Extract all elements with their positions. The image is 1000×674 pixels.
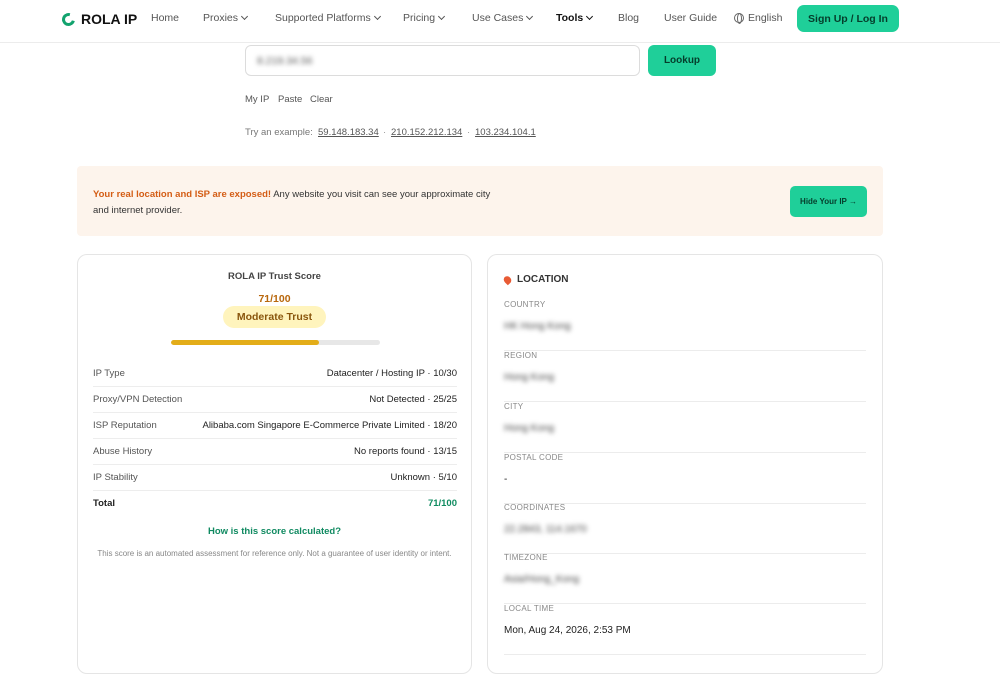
top-navigation: ROLA IP Home Proxies Supported Platforms… [0,0,1000,43]
nav-proxies[interactable]: Proxies [203,12,249,24]
nav-supported-platforms[interactable]: Supported Platforms [275,12,381,24]
score-row-value: No reports found · 13/15 [354,446,457,457]
field-value: Mon, Aug 24, 2026, 2:53 PM [504,625,631,636]
location-region-field: REGION Hong Kong [504,351,866,402]
location-city-field: CITY Hong Kong [504,402,866,453]
score-row: IP Type Datacenter / Hosting IP · 10/30 [93,361,457,387]
score-row-value: Unknown · 5/10 [390,472,457,483]
hide-ip-button[interactable]: Hide Your IP → [790,186,867,217]
trust-score-value: 71/100 [258,293,291,305]
trust-score-card: ROLA IP Trust Score 71/100 Moderate Trus… [77,254,472,674]
chevron-down-icon [373,12,381,21]
trust-score-progress-fill [171,340,320,345]
example-label: Try an example: [245,127,313,138]
chevron-down-icon [526,12,534,21]
globe-icon [734,13,744,24]
nav-pricing[interactable]: Pricing [403,12,446,24]
score-total-label: Total [93,498,115,509]
nav-tools-label: Tools [556,12,584,24]
field-label: CITY [504,402,524,411]
field-value: Hong Kong [504,423,555,434]
score-row-value: Datacenter / Hosting IP · 10/30 [326,368,457,379]
field-value: - [504,474,508,485]
brand-logo[interactable]: ROLA IP [59,10,138,28]
score-calculation-link[interactable]: How is this score calculated? [78,526,471,537]
language-label: English [748,12,783,24]
score-row-label: IP Stability [93,472,138,483]
lookup-button[interactable]: Lookup [648,45,716,76]
location-local-time-field: LOCAL TIME Mon, Aug 24, 2026, 2:53 PM [504,604,866,655]
score-row-value: Not Detected · 25/25 [369,394,457,405]
map-pin-icon [502,274,513,285]
alert-strong-text: Your real location and ISP are exposed! [93,189,272,200]
field-value: Hong Kong [504,372,555,383]
chevron-down-icon [438,12,446,21]
nav-platforms-label: Supported Platforms [275,12,371,24]
nav-home-label: Home [151,12,180,24]
nav-use-cases-label: Use Cases [472,12,524,24]
clear-button[interactable]: Clear [310,94,333,105]
paste-button[interactable]: Paste [278,94,302,105]
field-label: REGION [504,351,538,360]
location-country-field: COUNTRY HK Hong Kong [504,300,866,351]
score-row: Abuse History No reports found · 13/15 [93,439,457,465]
separator-dot: · [467,127,471,138]
my-ip-button[interactable]: My IP [245,94,269,105]
nav-tools[interactable]: Tools [556,12,594,24]
score-row-value: Alibaba.com Singapore E-Commerce Private… [202,420,457,431]
example-ip-link[interactable]: 59.148.183.34 [318,127,379,138]
score-row: Proxy/VPN Detection Not Detected · 25/25 [93,387,457,413]
nav-proxies-label: Proxies [203,12,239,24]
nav-blog-label: Blog [618,12,640,24]
nav-blog[interactable]: Blog [618,12,639,24]
logo-icon [59,10,78,28]
field-value: 22.2843, 114.1670 [504,524,587,535]
score-row-label: IP Type [93,368,125,379]
exposure-alert: Your real location and ISP are exposed! … [77,166,883,236]
nav-home[interactable]: Home [151,12,179,24]
chevron-down-icon [586,12,594,21]
field-label: COORDINATES [504,503,566,512]
location-coordinates-field: COORDINATES 22.2843, 114.1670 [504,503,866,554]
field-value: Asia/Hong_Kong [504,574,580,585]
score-total-value: 71/100 [427,498,457,509]
score-row-label: ISP Reputation [93,420,157,431]
location-heading: LOCATION [502,274,569,285]
field-label: COUNTRY [504,300,546,309]
field-label: POSTAL CODE [504,453,564,462]
example-ip-link[interactable]: 103.234.104.1 [475,127,536,138]
nav-user-guide[interactable]: User Guide [664,12,717,24]
location-card: LOCATION COUNTRY HK Hong Kong REGION Hon… [487,254,883,674]
location-postal-code-field: POSTAL CODE - [504,453,866,504]
score-row-label: Proxy/VPN Detection [93,394,183,405]
score-total-row: Total 71/100 [93,491,457,517]
location-timezone-field: TIMEZONE Asia/Hong_Kong [504,553,866,604]
sign-up-login-button[interactable]: Sign Up / Log In [797,5,899,32]
chevron-down-icon [240,12,249,21]
field-label: LOCAL TIME [504,604,555,613]
score-row: IP Stability Unknown · 5/10 [93,465,457,491]
trust-score-progress [171,340,380,345]
ip-input-value: 8.219.34.56 [257,55,313,67]
field-label: TIMEZONE [504,553,548,562]
nav-use-cases[interactable]: Use Cases [472,12,534,24]
nav-pricing-label: Pricing [403,12,436,24]
score-row-label: Abuse History [93,446,153,457]
score-disclaimer: This score is an automated assessment fo… [97,549,452,558]
field-value: HK Hong Kong [504,321,571,332]
nav-user-guide-label: User Guide [664,12,718,24]
language-selector[interactable]: English [734,12,782,24]
example-ip-link[interactable]: 210.152.212.134 [391,127,462,138]
brand-name: ROLA IP [81,11,138,27]
ip-input[interactable]: 8.219.34.56 [245,45,640,76]
alert-message: Your real location and ISP are exposed! … [93,187,503,219]
separator-dot: · [383,127,387,138]
trust-score-title: ROLA IP Trust Score [228,271,321,282]
trust-level-badge: Moderate Trust [223,306,326,328]
location-title: LOCATION [517,274,569,285]
score-row: ISP Reputation Alibaba.com Singapore E-C… [93,413,457,439]
